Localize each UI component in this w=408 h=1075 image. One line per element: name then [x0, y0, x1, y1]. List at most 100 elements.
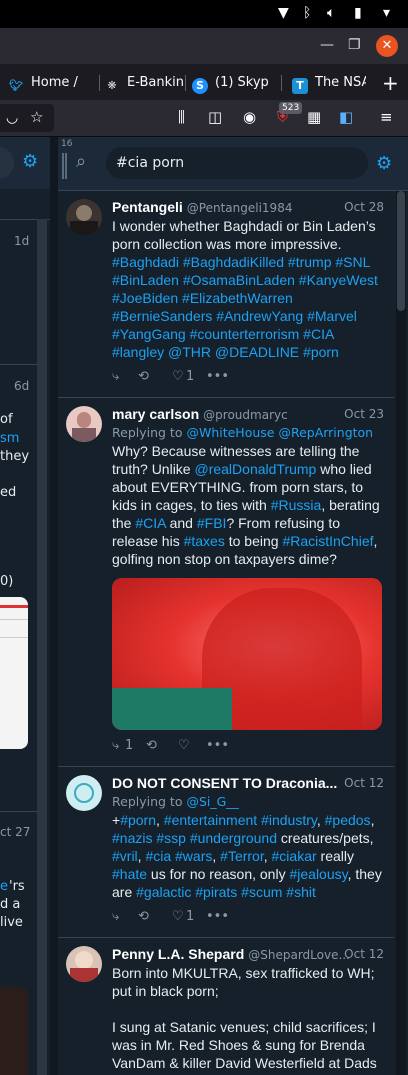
- hashtag-link[interactable]: #pedos: [325, 812, 371, 828]
- left-text-fragment: ed: [0, 485, 17, 500]
- hashtag-link[interactable]: #galactic #pirats #scum #shit: [136, 884, 316, 900]
- tweet-header: Pentangeli @Pentangeli1984 Oct 28: [112, 199, 384, 217]
- extension-image-icon[interactable]: ▦: [307, 107, 321, 127]
- left-media-thumbnail[interactable]: [0, 987, 28, 1075]
- hashtag-link[interactable]: #FBI: [197, 515, 227, 531]
- hashtag-link[interactable]: #porn: [120, 812, 156, 828]
- tab-skype[interactable]: S (1) Skyp: [192, 68, 282, 98]
- url-bar[interactable]: ◡ ☆: [0, 104, 54, 132]
- reply-icon[interactable]: ⤷: [112, 909, 119, 924]
- tweet[interactable]: DO NOT CONSENT TO Draconia... Oct 12 Rep…: [58, 767, 394, 938]
- author-handle[interactable]: @Pentangeli1984: [187, 201, 293, 215]
- left-column-search[interactable]: [0, 147, 14, 179]
- more-options-icon[interactable]: •••: [206, 369, 229, 384]
- like-icon[interactable]: ♡: [172, 369, 184, 384]
- tab-ebanking[interactable]: ❋ E-Bankin: [104, 68, 186, 98]
- feed-scrollbar[interactable]: [396, 191, 406, 1075]
- reply-icon[interactable]: ⤷: [112, 738, 119, 753]
- like-icon[interactable]: ♡: [178, 738, 190, 753]
- hashtag-link[interactable]: #nazis #ssp #underground: [112, 830, 277, 846]
- tweet[interactable]: mary carlson @proudmaryc Oct 23 Replying …: [58, 398, 394, 767]
- tweet[interactable]: Penny L.A. Shepard @ShepardLove... Oct 12…: [58, 938, 394, 1075]
- library-icon[interactable]: ⫼: [178, 107, 185, 127]
- reply-icon[interactable]: ⤷: [112, 369, 119, 384]
- avatar[interactable]: [66, 199, 102, 235]
- tab-nsa[interactable]: T The NSA: [292, 68, 366, 98]
- author-handle[interactable]: @ShepardLove...: [248, 948, 350, 962]
- left-text-fragment: 'rs: [9, 879, 25, 894]
- hashtag-link[interactable]: #hate: [112, 866, 147, 882]
- avatar[interactable]: [66, 946, 102, 982]
- author-name[interactable]: Pentangeli: [112, 199, 183, 215]
- tweet-header: Penny L.A. Shepard @ShepardLove... Oct 12: [112, 946, 384, 964]
- hashtag-link[interactable]: #RacistInChief: [282, 533, 373, 549]
- filter-icon[interactable]: ⚙︎: [22, 151, 38, 172]
- like-icon[interactable]: ♡: [172, 909, 184, 924]
- left-link-fragment[interactable]: sm: [0, 431, 19, 446]
- tweet-actions: ⤷ 1 ⟲ ♡ •••: [112, 738, 384, 756]
- column-drag-handle[interactable]: [62, 153, 67, 179]
- tweet-actions: ⤷ ⟲ ♡ 1 •••: [112, 909, 384, 927]
- maximize-icon[interactable]: ❐: [348, 36, 361, 54]
- scrollbar-thumb[interactable]: [397, 191, 405, 311]
- close-window-button[interactable]: ✕: [376, 35, 398, 57]
- hashtag-link[interactable]: @realDonaldTrump: [194, 461, 316, 477]
- pocket-icon[interactable]: ◡: [6, 108, 18, 128]
- replying-to: Replying to @Si_G__: [112, 793, 384, 811]
- hashtag-link[interactable]: #cia #wars: [145, 848, 212, 864]
- retweet-icon[interactable]: ⟲: [138, 909, 149, 924]
- author-handle[interactable]: @proudmaryc: [203, 408, 288, 422]
- minimize-icon[interactable]: —: [320, 36, 334, 54]
- more-options-icon[interactable]: •••: [206, 909, 229, 924]
- replying-users[interactable]: @Si_G__: [186, 794, 238, 809]
- filter-icon[interactable]: ⚙︎: [376, 153, 392, 174]
- t-logo-icon: T: [292, 78, 308, 94]
- tweet-text: ,: [212, 848, 221, 864]
- replying-users[interactable]: @WhiteHouse @RepArrington: [186, 425, 373, 440]
- retweet-icon[interactable]: ⟲: [146, 738, 157, 753]
- hashtag-link[interactable]: #CIA: [135, 515, 165, 531]
- account-icon[interactable]: ◉: [243, 107, 256, 127]
- tab-home[interactable]: 🐦︎ Home /: [8, 68, 100, 98]
- tweet-date[interactable]: Oct 12: [344, 946, 384, 962]
- system-menu-chevron-icon[interactable]: ▾: [383, 5, 390, 21]
- hashtag-link[interactable]: #taxes: [184, 533, 225, 549]
- hamburger-menu-icon[interactable]: ≡: [380, 107, 393, 127]
- search-input[interactable]: #cia porn: [106, 147, 368, 179]
- tweet-text: ,: [370, 812, 379, 828]
- like-count: 1: [186, 369, 195, 384]
- left-column-scrollbar[interactable]: [37, 219, 47, 1075]
- tweet[interactable]: Pentangeli @Pentangeli1984 Oct 28 I wonde…: [58, 191, 394, 398]
- tweet-date[interactable]: Oct 12: [344, 775, 384, 791]
- left-text-fragment: they: [0, 449, 30, 464]
- left-media-thumbnail[interactable]: [0, 597, 28, 749]
- hashtag-link[interactable]: #entertainment #industry: [164, 812, 317, 828]
- tweet-date[interactable]: Oct 23: [344, 406, 384, 422]
- author-name[interactable]: DO NOT CONSENT TO Draconia...: [112, 775, 337, 791]
- retweet-icon[interactable]: ⟲: [138, 369, 149, 384]
- tweet-body: Born into MKULTRA, sex trafficked to WH;…: [112, 964, 384, 1072]
- more-options-icon[interactable]: •••: [206, 738, 229, 753]
- author-name[interactable]: Penny L.A. Shepard: [112, 946, 244, 962]
- extension-audio-icon[interactable]: ◧: [339, 107, 353, 127]
- avatar[interactable]: [66, 406, 102, 442]
- tweet-media-image[interactable]: [112, 578, 382, 730]
- hashtag-link[interactable]: #ciakar: [272, 848, 317, 864]
- hashtag-link[interactable]: #jealousy: [289, 866, 347, 882]
- left-link-fragment[interactable]: e: [0, 879, 8, 894]
- bookmark-star-icon[interactable]: ☆: [30, 107, 43, 127]
- hashtag-link[interactable]: #Russia: [271, 497, 322, 513]
- tweet-date[interactable]: Oct 28: [344, 199, 384, 215]
- tweet-body: I wonder whether Baghdadi or Bin Laden’s…: [112, 217, 384, 361]
- hashtag-link[interactable]: #vril: [112, 848, 138, 864]
- hashtag-link[interactable]: #Baghdadi #BaghdadiKilled #trump #SNL #B…: [112, 254, 382, 360]
- wifi-icon: ▼: [278, 5, 289, 21]
- new-tab-icon[interactable]: +: [382, 68, 406, 98]
- tab-divider: [185, 75, 186, 91]
- avatar[interactable]: [66, 775, 102, 811]
- left-text-fragment: 0): [0, 574, 14, 589]
- hashtag-link[interactable]: #Terror: [220, 848, 264, 864]
- sidebar-icon[interactable]: ◫: [208, 107, 222, 127]
- tweet-text: Born into MKULTRA, sex trafficked to WH;…: [112, 965, 377, 1071]
- author-name[interactable]: mary carlson: [112, 406, 199, 422]
